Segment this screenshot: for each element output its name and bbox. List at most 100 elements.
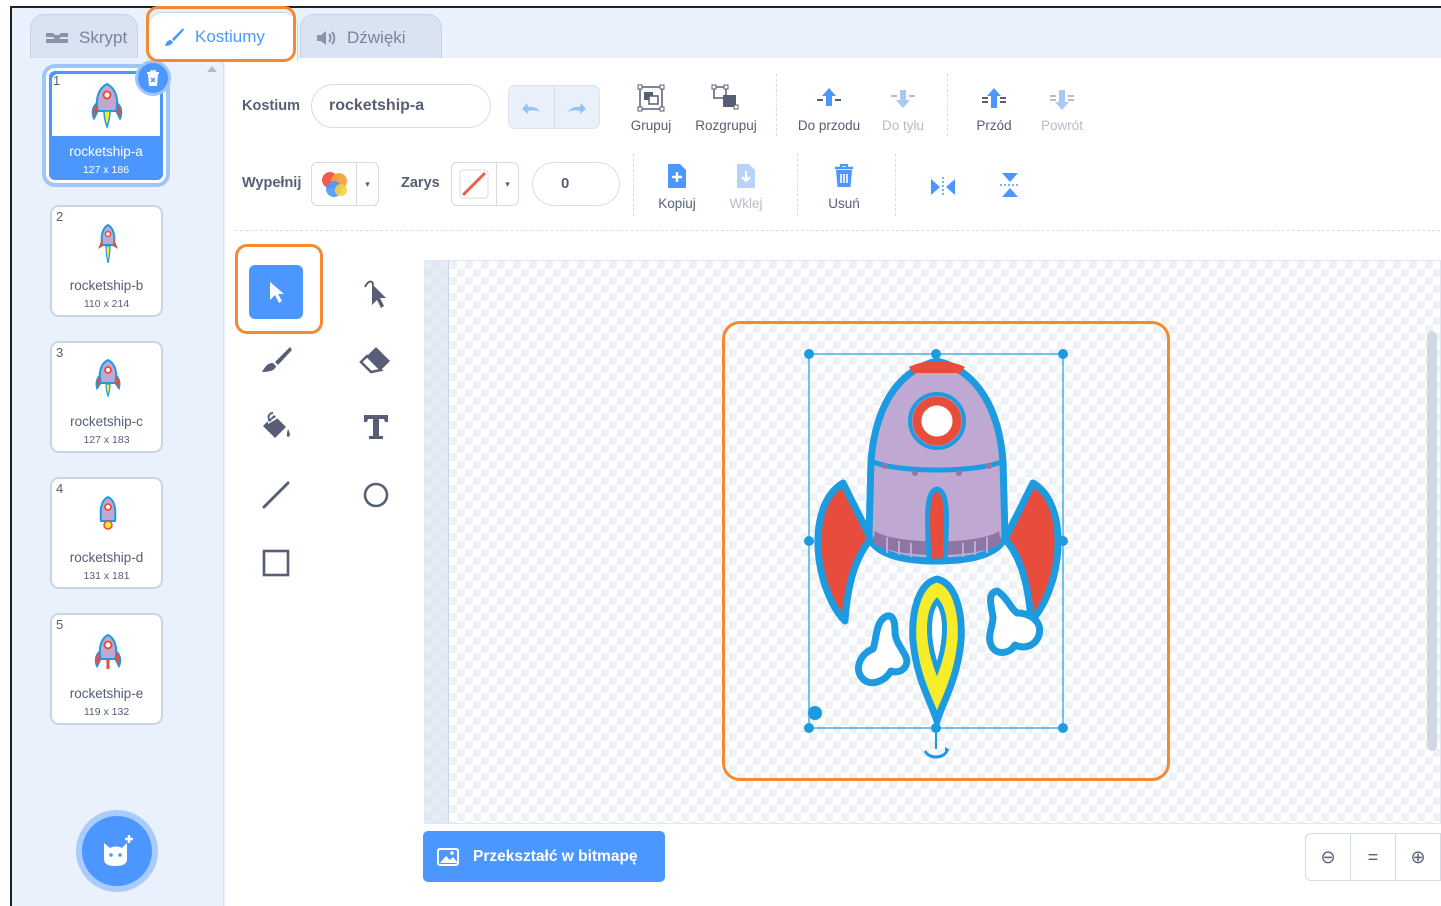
costume-name: rocketship-a bbox=[69, 144, 143, 159]
zoom-in-button[interactable]: ⊕ bbox=[1395, 834, 1440, 880]
delete-button[interactable]: Usuń bbox=[815, 160, 873, 211]
paste-button[interactable]: Wklej bbox=[719, 160, 773, 211]
chevron-down-icon: ▾ bbox=[496, 163, 518, 205]
add-costume-button[interactable] bbox=[82, 816, 152, 886]
costume-name-input[interactable]: rocketship-a bbox=[311, 84, 491, 128]
costume-number: 4 bbox=[56, 481, 64, 496]
speaker-icon bbox=[315, 29, 337, 47]
trash-icon bbox=[147, 70, 159, 86]
brush-tool[interactable] bbox=[249, 333, 303, 387]
arrow-down-icon bbox=[891, 90, 915, 108]
costume-item-3[interactable]: 3 rocketship-c 127 x 183 bbox=[50, 341, 163, 453]
brush-icon bbox=[163, 26, 185, 48]
tab-sounds[interactable]: Dźwięki bbox=[300, 14, 442, 60]
delete-label: Usuń bbox=[828, 196, 860, 211]
tab-label: Dźwięki bbox=[347, 27, 406, 47]
costume-number: 2 bbox=[56, 209, 64, 224]
outline-color-picker[interactable]: ▾ bbox=[451, 162, 519, 206]
costume-name: rocketship-b bbox=[69, 278, 144, 293]
copy-icon bbox=[668, 164, 686, 188]
ungroup-label: Rozgrupuj bbox=[695, 118, 757, 133]
code-icon bbox=[45, 31, 69, 45]
costume-size: 119 x 132 bbox=[83, 706, 130, 718]
rectangle-tool[interactable] bbox=[249, 536, 303, 590]
group-icon bbox=[637, 84, 665, 112]
zoom-controls: ⊖ = ⊕ bbox=[1305, 833, 1441, 881]
redo-button[interactable] bbox=[553, 86, 600, 128]
line-tool[interactable] bbox=[249, 468, 303, 522]
convert-to-bitmap-button[interactable]: Przekształć w bitmapę bbox=[423, 831, 665, 882]
drawing-canvas[interactable] bbox=[424, 260, 1441, 824]
tab-bar: Skrypt Kostiumy Dźwięki bbox=[12, 8, 1441, 60]
trash-icon bbox=[835, 164, 853, 187]
no-color-icon bbox=[459, 169, 489, 199]
zoom-out-icon: ⊖ bbox=[1320, 846, 1336, 867]
tab-code[interactable]: Skrypt bbox=[30, 14, 138, 60]
copy-button[interactable]: Kopiuj bbox=[649, 160, 705, 211]
flip-horizontal-button[interactable] bbox=[925, 170, 961, 206]
costume-number: 1 bbox=[53, 73, 61, 88]
costume-name: rocketship-c bbox=[70, 414, 143, 429]
circle-icon bbox=[363, 482, 389, 508]
group-button[interactable]: Grupuj bbox=[625, 82, 677, 133]
tab-costumes[interactable]: Kostiumy bbox=[148, 12, 298, 60]
outline-width-input[interactable]: 0 bbox=[532, 162, 620, 206]
text-tool[interactable] bbox=[349, 400, 403, 454]
chevron-down-icon: ▾ bbox=[356, 163, 378, 205]
costume-list-scrollbar[interactable] bbox=[200, 58, 224, 906]
undo-button[interactable] bbox=[509, 86, 554, 128]
select-tool[interactable] bbox=[249, 265, 303, 319]
costume-number: 3 bbox=[56, 345, 64, 360]
zoom-reset-button[interactable]: = bbox=[1350, 834, 1395, 880]
flip-vertical-button[interactable] bbox=[992, 170, 1028, 206]
arrow-up-icon bbox=[817, 88, 841, 106]
line-icon bbox=[262, 481, 290, 509]
rocket-thumbnail bbox=[94, 633, 122, 669]
arrow-bottom-icon bbox=[1050, 90, 1074, 110]
rocket-artwork[interactable] bbox=[425, 261, 1441, 824]
paste-icon bbox=[737, 164, 755, 188]
costume-item-5[interactable]: 5 rocketship-e 119 x 132 bbox=[50, 613, 163, 725]
back-button[interactable]: Powrót bbox=[1033, 82, 1091, 133]
circle-tool[interactable] bbox=[349, 468, 403, 522]
fill-label: Wypełnij bbox=[242, 175, 302, 191]
arrow-cursor-icon bbox=[270, 282, 284, 303]
backward-button[interactable]: Do tyłu bbox=[873, 82, 933, 133]
paint-editor: Kostium rocketship-a Grupuj Rozgrupuj Do… bbox=[225, 58, 1441, 906]
costume-size: 127 x 183 bbox=[83, 434, 130, 446]
fill-tool[interactable] bbox=[249, 400, 303, 454]
convert-label: Przekształć w bitmapę bbox=[473, 847, 638, 865]
ungroup-button[interactable]: Rozgrupuj bbox=[691, 82, 761, 133]
costume-item-2[interactable]: 2 rocketship-b 110 x 214 bbox=[50, 205, 163, 317]
backward-label: Do tyłu bbox=[881, 118, 925, 133]
cat-plus-icon bbox=[104, 835, 133, 866]
back-label: Powrót bbox=[1040, 118, 1084, 133]
undo-redo-group bbox=[508, 85, 600, 129]
zoom-out-button[interactable]: ⊖ bbox=[1306, 834, 1350, 880]
fill-color-picker[interactable]: ▾ bbox=[311, 162, 379, 206]
costume-name: rocketship-e bbox=[69, 686, 144, 701]
copy-label: Kopiuj bbox=[658, 196, 696, 211]
costume-label: Kostium bbox=[242, 98, 300, 114]
outline-label: Zarys bbox=[401, 175, 440, 191]
reshape-tool[interactable] bbox=[349, 265, 403, 319]
color-palette-icon bbox=[322, 172, 347, 197]
rocket-thumbnail bbox=[91, 82, 123, 130]
costume-item-4[interactable]: 4 rocketship-d 131 x 181 bbox=[50, 477, 163, 589]
rocket-thumbnail bbox=[95, 358, 121, 398]
brush-icon bbox=[262, 347, 292, 372]
eraser-tool[interactable] bbox=[349, 333, 403, 387]
reshape-icon bbox=[364, 280, 386, 308]
costume-name: rocketship-d bbox=[69, 550, 144, 565]
arrow-top-icon bbox=[982, 88, 1006, 108]
rocket-thumbnail bbox=[99, 495, 117, 530]
delete-costume-button[interactable] bbox=[135, 60, 171, 96]
paint-bucket-icon bbox=[263, 412, 290, 438]
front-button[interactable]: Przód bbox=[967, 82, 1021, 133]
costume-size: 127 x 186 bbox=[82, 164, 130, 176]
flip-vertical-icon bbox=[1000, 173, 1020, 197]
paste-label: Wklej bbox=[729, 196, 763, 211]
costume-number: 5 bbox=[56, 617, 64, 632]
group-label: Grupuj bbox=[630, 118, 672, 133]
forward-button[interactable]: Do przodu bbox=[793, 82, 865, 133]
